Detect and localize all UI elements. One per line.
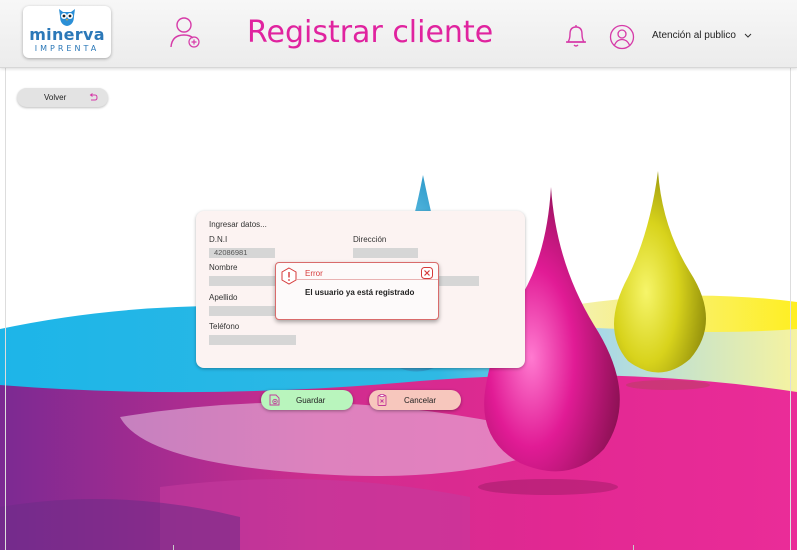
save-icon [269,394,280,406]
footer-tick-right [633,545,634,550]
undo-arrow-icon [89,93,98,101]
footer-tick-left [173,545,174,550]
back-button[interactable]: Volver [17,88,108,107]
dni-field[interactable]: 42086981 [209,248,275,258]
user-circle-icon[interactable] [609,24,635,50]
apellido-label: Apellido [209,293,238,302]
form-heading: Ingresar datos... [209,220,267,229]
top-bar: minerva IMPRENTA Registrar cliente Atenc… [0,0,797,68]
frame-line-left [5,67,6,550]
apellido-field[interactable] [209,306,284,316]
error-title: Error [305,269,323,278]
logo-wordmark: minerva [29,25,105,44]
dni-label: D.N.I [209,235,228,244]
direccion-field[interactable] [353,248,418,258]
warning-icon [281,267,297,285]
error-dialog: Error El usuario ya está registrado [275,262,439,320]
frame-line-right [790,67,791,550]
page-title: Registrar cliente [247,15,494,50]
cancel-button[interactable]: Cancelar [369,390,461,410]
error-divider [297,279,438,280]
cancel-button-label: Cancelar [404,396,437,405]
owl-logo-icon [59,9,75,26]
close-icon[interactable] [421,267,433,279]
user-role-label[interactable]: Atención al publico [652,30,736,41]
chevron-down-icon[interactable] [744,33,752,39]
direccion-label: Dirección [353,235,387,244]
add-user-icon[interactable] [169,16,201,50]
error-message: El usuario ya está registrado [305,288,415,297]
save-button-label: Guardar [296,396,326,405]
bell-icon[interactable] [564,23,588,49]
telefono-label: Teléfono [209,322,240,331]
back-button-label: Volver [44,93,67,102]
cancel-clipboard-icon [377,394,387,406]
logo-subtitle: IMPRENTA [34,44,100,53]
save-button[interactable]: Guardar [261,390,353,410]
nombre-label: Nombre [209,263,238,272]
logo[interactable]: minerva IMPRENTA [23,6,111,58]
telefono-field[interactable] [209,335,296,345]
